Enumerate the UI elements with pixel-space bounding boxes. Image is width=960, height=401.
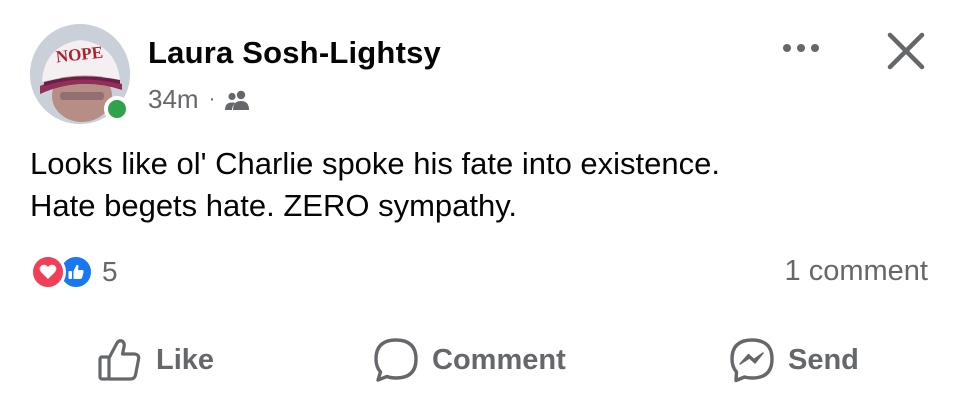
author-avatar[interactable]: NOPE	[30, 24, 130, 124]
comment-button[interactable]: Comment	[372, 330, 566, 390]
post-card: NOPE Laura Sosh-Lightsy 34m · Looks like…	[0, 0, 960, 401]
comment-bubble-icon	[372, 336, 420, 384]
thumbs-up-icon	[96, 336, 144, 384]
comment-button-label: Comment	[432, 343, 566, 376]
meta-separator: ·	[208, 88, 216, 110]
reactions-summary[interactable]: 5	[30, 254, 118, 290]
author-name[interactable]: Laura Sosh-Lightsy	[148, 35, 441, 71]
post-timestamp[interactable]: 34m	[148, 84, 199, 115]
more-options-icon	[779, 41, 823, 59]
messenger-icon	[728, 336, 776, 384]
like-button-label: Like	[156, 343, 215, 376]
more-options-button[interactable]	[776, 30, 826, 70]
comment-count-link[interactable]: 1 comment	[785, 255, 928, 288]
like-button[interactable]: Like	[96, 330, 214, 390]
reaction-count: 5	[102, 256, 118, 287]
friends-icon[interactable]	[224, 89, 250, 111]
post-action-bar: Like Comment Send	[0, 330, 960, 390]
send-button[interactable]: Send	[728, 330, 859, 390]
post-text-line-1: Looks like ol' Charlie spoke his fate in…	[30, 146, 721, 181]
post-text-line-2: Hate begets hate. ZERO sympathy.	[30, 188, 518, 223]
post-body: Looks like ol' Charlie spoke his fate in…	[30, 143, 930, 227]
post-meta: 34m ·	[148, 84, 250, 115]
online-status-indicator	[104, 96, 130, 122]
close-icon	[886, 31, 926, 76]
send-button-label: Send	[788, 343, 859, 376]
close-button[interactable]	[880, 27, 932, 79]
love-reaction-icon	[30, 254, 66, 290]
